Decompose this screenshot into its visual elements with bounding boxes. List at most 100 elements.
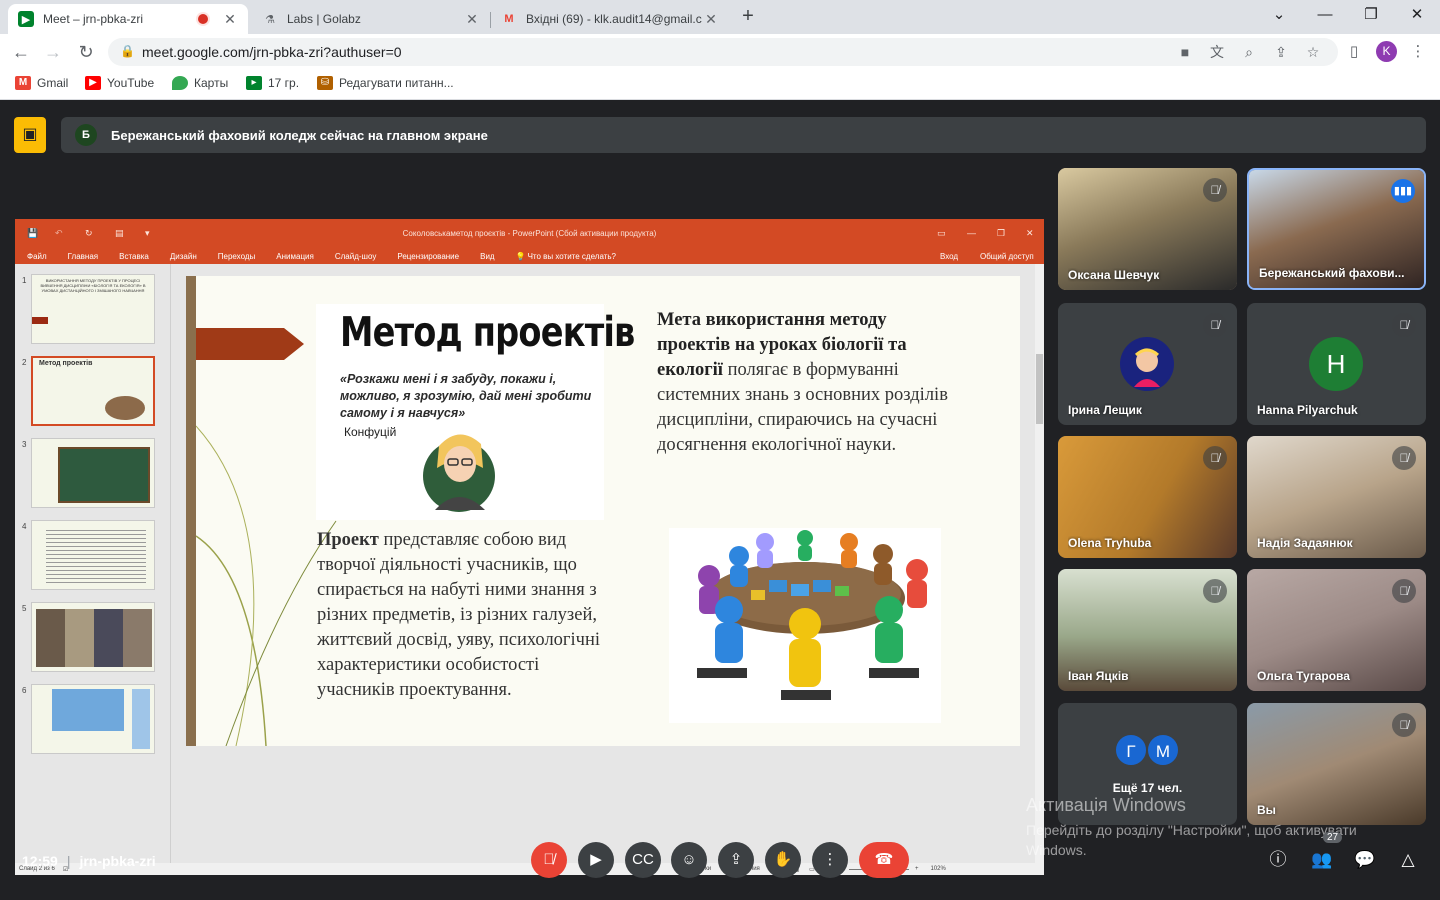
participant-tile[interactable]: 🎙̸ Olena Tryhuba xyxy=(1058,436,1237,558)
meeting-details-icon[interactable]: ⓘ xyxy=(1266,848,1290,872)
participant-tile[interactable]: 🎙̸ Іван Яцків xyxy=(1058,569,1237,691)
youtube-icon: ▶ xyxy=(85,76,101,90)
participant-name: Ірина Лещик xyxy=(1068,403,1142,417)
ribbon-login: Вход xyxy=(940,251,959,261)
thumbnail-row: 1 ВИКОРИСТАННЯ МЕТОДУ ПРОЕКТІВ У ПРОЦЕСІ… xyxy=(15,274,171,349)
participant-name: Надія Задаянюк xyxy=(1257,536,1353,550)
participant-tile[interactable]: 🎙̸ Оксана Шевчук xyxy=(1058,168,1237,290)
participant-tile[interactable]: 🎙̸ Ольга Тугарова xyxy=(1247,569,1426,691)
mic-off-icon: 🎙̸ xyxy=(1203,579,1227,603)
reload-icon[interactable]: ↻ xyxy=(75,41,97,63)
thumbnail-photos xyxy=(36,609,152,667)
ribbon-tab: Вставка xyxy=(119,251,149,261)
meeting-time: 12:59 xyxy=(22,853,58,869)
close-tab-icon[interactable]: ✕ xyxy=(703,11,719,28)
more-participants-avatars: Г М xyxy=(1114,733,1180,767)
participant-tile[interactable]: 🎙̸ Надія Задаянюк xyxy=(1247,436,1426,558)
close-window-icon[interactable]: ✕ xyxy=(1406,4,1428,26)
menu-kebab-icon[interactable]: ⋮ xyxy=(1407,41,1429,63)
emoji-button[interactable]: ☺ xyxy=(671,842,707,878)
gmail-icon: M xyxy=(15,76,31,90)
tab-title: Вхідні (69) - klk.audit14@gmail.c xyxy=(526,12,702,26)
zoom-icon[interactable]: ⌕ xyxy=(1240,43,1258,61)
translate-icon[interactable]: 文 xyxy=(1208,43,1226,61)
ribbon-tab: Рецензирование xyxy=(397,251,460,261)
participant-name: Olena Tryhuba xyxy=(1068,536,1152,550)
tab-gmail[interactable]: M Вхідні (69) - klk.audit14@gmail.c ✕ xyxy=(491,4,729,34)
participant-tile[interactable]: ▮▮▮ Бережанський фахови... xyxy=(1247,168,1426,290)
ppt-ribbon-tabs: Файл Главная Вставка Дизайн Переходы Ани… xyxy=(15,248,1044,264)
metod-graphic: Метод проектів «Розкажи мені і я забуду,… xyxy=(316,304,635,520)
bookmark-gmail[interactable]: M Gmail xyxy=(15,76,68,90)
mic-off-icon: 🎙̸ xyxy=(1392,579,1416,603)
tab-golabz[interactable]: ⚗ Labs | Golabz ✕ xyxy=(252,4,490,34)
bookmark-17gr[interactable]: ▸ 17 гр. xyxy=(246,76,299,90)
new-tab-button[interactable]: + xyxy=(737,5,759,27)
meet-icon: ▶ xyxy=(18,11,34,27)
participant-avatar: H xyxy=(1309,337,1363,391)
participant-tile[interactable]: 🎙̸ Ірина Лещик xyxy=(1058,303,1237,425)
restore-icon[interactable]: ❐ xyxy=(1360,4,1382,26)
bookmark-forms[interactable]: ⛁ Редагувати питанн... xyxy=(317,76,454,90)
activities-icon[interactable]: △ xyxy=(1396,848,1420,872)
camera-toggle-button[interactable]: ▶ xyxy=(578,842,614,878)
participant-avatar: Г xyxy=(1114,733,1148,767)
camera-icon[interactable]: ■ xyxy=(1176,43,1194,61)
meeting-code: jrn-pbka-zri xyxy=(79,853,156,869)
thumbnail-row: 2 Метод проектів xyxy=(15,356,171,431)
thumbnail-number: 1 xyxy=(22,276,27,285)
share-icon[interactable]: ⇪ xyxy=(1272,43,1290,61)
participant-name: Hanna Pilyarchuk xyxy=(1257,403,1358,417)
slide-quote-author: Конфуцій xyxy=(344,425,397,439)
mic-off-icon: 🎙̸ xyxy=(1392,446,1416,470)
side-panel-icon[interactable]: ▯ xyxy=(1343,41,1365,63)
tab-title: Meet – jrn-pbka-zri xyxy=(43,12,144,26)
mic-off-icon: 🎙̸ xyxy=(1203,178,1227,202)
mic-toggle-button[interactable]: 🎙̸ xyxy=(531,842,567,878)
ribbon-tab: Слайд-шоу xyxy=(334,251,377,261)
ppt-body: 1 ВИКОРИСТАННЯ МЕТОДУ ПРОЕКТІВ У ПРОЦЕСІ… xyxy=(15,264,1044,863)
stop-presenting-icon[interactable]: ▣ xyxy=(14,117,46,153)
slide-quote: «Розкажи мені і я забуду, покажи і, можл… xyxy=(340,372,592,420)
slide-thumbnails: 1 ВИКОРИСТАННЯ МЕТОДУ ПРОЕКТІВ У ПРОЦЕСІ… xyxy=(15,264,171,863)
bookmark-star-icon[interactable]: ☆ xyxy=(1304,43,1322,61)
slide-canvas: Метод проектів «Розкажи мені і я забуду,… xyxy=(186,276,1020,746)
participant-tile[interactable]: H 🎙̸ Hanna Pilyarchuk xyxy=(1247,303,1426,425)
raise-hand-button[interactable]: ✋ xyxy=(765,842,801,878)
leave-call-button[interactable]: ☎ xyxy=(859,842,909,878)
bookmark-maps[interactable]: Карты xyxy=(172,76,228,90)
profile-avatar[interactable]: K xyxy=(1376,41,1397,62)
slide-thumbnail xyxy=(31,602,155,672)
people-icon[interactable]: 👥 xyxy=(1310,848,1334,872)
bookmark-youtube[interactable]: ▶ YouTube xyxy=(85,76,154,90)
tab-meet[interactable]: ▶ Meet – jrn-pbka-zri ✕ xyxy=(8,4,248,34)
thumbnail-number: 2 xyxy=(22,358,27,367)
minimize-icon: — xyxy=(967,228,976,238)
captions-button[interactable]: CC xyxy=(625,842,661,878)
url-text[interactable]: meet.google.com/jrn-pbka-zri?authuser=0 xyxy=(142,44,402,60)
close-tab-icon[interactable]: ✕ xyxy=(222,11,238,28)
thumbnail-text-block xyxy=(46,527,146,585)
mic-off-icon: 🎙̸ xyxy=(1392,713,1416,737)
address-bar[interactable]: 🔒 meet.google.com/jrn-pbka-zri?authuser=… xyxy=(108,38,1338,66)
mic-off-icon: 🎙̸ xyxy=(1392,313,1416,337)
thumbnail-text: Метод проектів xyxy=(39,360,93,367)
ribbon-tab: Анимация xyxy=(276,251,314,261)
slide-thumbnail xyxy=(31,684,155,754)
tab-search-icon[interactable]: ⌄ xyxy=(1268,4,1290,26)
slide-arrow-shape xyxy=(196,328,304,360)
participants-count-badge: 27 xyxy=(1323,832,1343,843)
puzzle-table-image xyxy=(669,528,941,723)
chat-icon[interactable]: 💬 xyxy=(1353,848,1377,872)
thumbnail-number: 5 xyxy=(22,604,27,613)
slide-title: Метод проектів xyxy=(340,308,635,356)
forward-icon[interactable]: → xyxy=(42,41,64,63)
present-screen-button[interactable]: ⇪ xyxy=(718,842,754,878)
more-options-button[interactable]: ⋮ xyxy=(812,842,848,878)
close-icon: ✕ xyxy=(1026,228,1034,238)
minimize-icon[interactable]: — xyxy=(1314,4,1336,26)
slide-thumbnail xyxy=(31,520,155,590)
back-icon[interactable]: ← xyxy=(10,41,32,63)
close-tab-icon[interactable]: ✕ xyxy=(464,11,480,28)
lock-icon[interactable]: 🔒 xyxy=(120,44,135,58)
